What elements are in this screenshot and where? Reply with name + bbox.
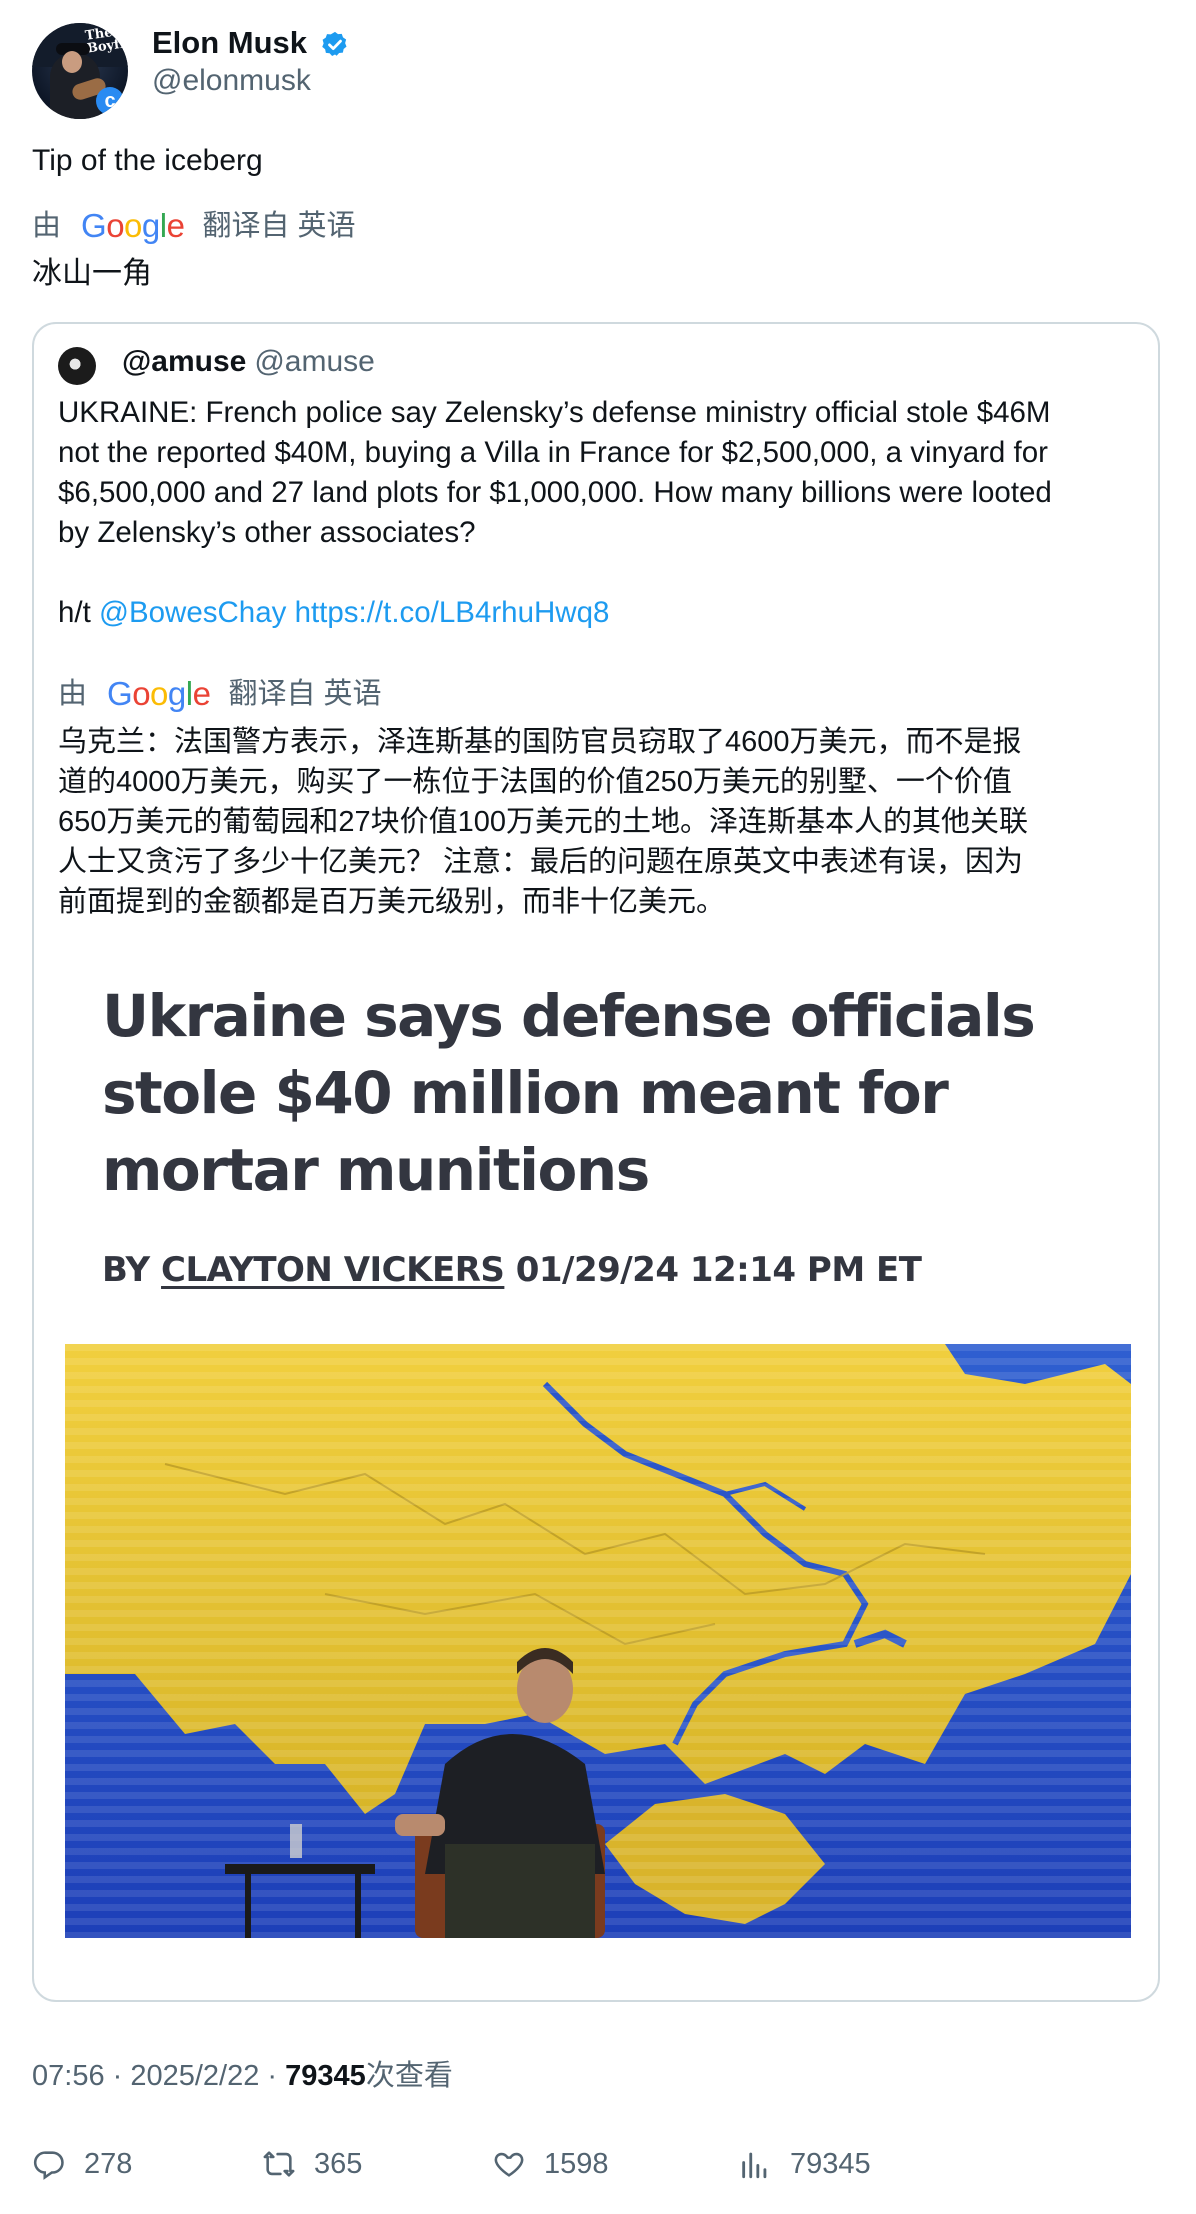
quoted-text-line: UKRAINE: French police say Zelensky’s de… <box>58 396 1051 429</box>
reply-icon <box>33 2151 64 2180</box>
translated-by-label: 由 <box>58 678 88 710</box>
quoted-author: @amuse @amuse <box>122 343 375 381</box>
repost-icon <box>263 2151 295 2177</box>
repost-button[interactable]: 365 <box>262 2146 362 2182</box>
translated-from-label: 翻译自 英语 <box>228 678 382 710</box>
translation-line: 前面提到的金额都是百万美元级别，而非十亿美元。 <box>58 886 726 918</box>
heart-icon <box>494 2152 524 2177</box>
translation-line: 乌克兰：法国警方表示，泽连斯基的国防官员窃取了4600万美元，而不是报 <box>58 726 1022 758</box>
repost-count: 365 <box>314 2148 363 2180</box>
avatar-badge: c <box>96 87 124 115</box>
quoted-display-name: @amuse <box>122 345 247 378</box>
mention-link[interactable]: @BowesChay <box>99 596 286 629</box>
views-button[interactable]: 79345 <box>738 2146 871 2182</box>
tweet-date: 2025/2/22 <box>130 2060 260 2092</box>
article-headline: Ukraine says defense officials stole $40… <box>102 978 1142 1209</box>
quoted-handle: @amuse <box>254 345 375 378</box>
tweet-text: Tip of the iceberg <box>32 144 263 177</box>
tweet-timestamp[interactable]: 07:56 · 2025/2/22 · 79345次查看 <box>32 2058 453 2094</box>
byline-author: CLAYTON VICKERS <box>161 1250 505 1290</box>
article-byline: BY CLAYTON VICKERS 01/29/24 12:14 PM ET <box>102 1248 922 1292</box>
translated-from-label: 翻译自 英语 <box>202 210 356 242</box>
translated-by-label: 由 <box>32 210 62 242</box>
views-count: 79345 <box>790 2148 871 2180</box>
analytics-icon <box>742 2152 767 2179</box>
article-photo[interactable] <box>65 1344 1131 1938</box>
google-logo-icon: Google <box>107 675 211 712</box>
quoted-translation: 乌克兰：法国警方表示，泽连斯基的国防官员窃取了4600万美元，而不是报 道的40… <box>58 722 1148 922</box>
author-display-name[interactable]: Elon Musk <box>152 24 307 62</box>
google-logo-icon: Google <box>81 207 185 244</box>
quoted-text-line: by Zelensky’s other associates? <box>58 516 476 549</box>
ht-prefix: h/t <box>58 596 91 629</box>
translation-attribution: 由 Google 翻译自 英语 <box>32 208 356 244</box>
quoted-text-line: $6,500,000 and 27 land plots for $1,000,… <box>58 476 1052 509</box>
quoted-author-avatar <box>58 347 96 385</box>
like-count: 1598 <box>544 2148 609 2180</box>
tweet-url-link[interactable]: https://t.co/LB4rhuHwq8 <box>295 596 610 629</box>
avatar-caption: The Boyfriend <box>84 25 128 57</box>
headline-line: Ukraine says defense officials <box>102 982 1036 1050</box>
author-handle[interactable]: @elonmusk <box>152 63 311 99</box>
translation-line: 人士又贪污了多少十亿美元？ 注意：最后的问题在原英文中表述有误，因为 <box>58 846 1024 878</box>
reply-button[interactable]: 278 <box>32 2146 132 2182</box>
byline-prefix: BY <box>102 1250 150 1290</box>
quoted-tweet-text: UKRAINE: French police say Zelensky’s de… <box>58 393 1148 633</box>
verified-badge-icon <box>322 31 347 56</box>
translation-line: 道的4000万美元，购买了一栋位于法国的价值250万美元的别墅、一个价值 <box>58 766 1012 798</box>
tweet-time: 07:56 <box>32 2060 105 2092</box>
views-label: 次查看 <box>365 2060 453 2092</box>
author-avatar[interactable]: The Boyfriend c <box>32 23 128 119</box>
view-count: 79345 <box>285 2060 366 2092</box>
like-button[interactable]: 1598 <box>492 2146 609 2182</box>
quoted-translation-attribution: 由 Google 翻译自 英语 <box>58 676 382 712</box>
headline-line: mortar munitions <box>102 1136 650 1204</box>
translation-line: 650万美元的葡萄园和27块价值100万美元的土地。泽连斯基本人的其他关联 <box>58 806 1029 838</box>
headline-line: stole $40 million meant for <box>102 1059 949 1127</box>
reply-count: 278 <box>84 2148 133 2180</box>
quoted-text-line: not the reported $40M, buying a Villa in… <box>58 436 1048 469</box>
byline-date: 01/29/24 12:14 PM ET <box>515 1250 922 1290</box>
tweet-translation: 冰山一角 <box>32 257 152 290</box>
